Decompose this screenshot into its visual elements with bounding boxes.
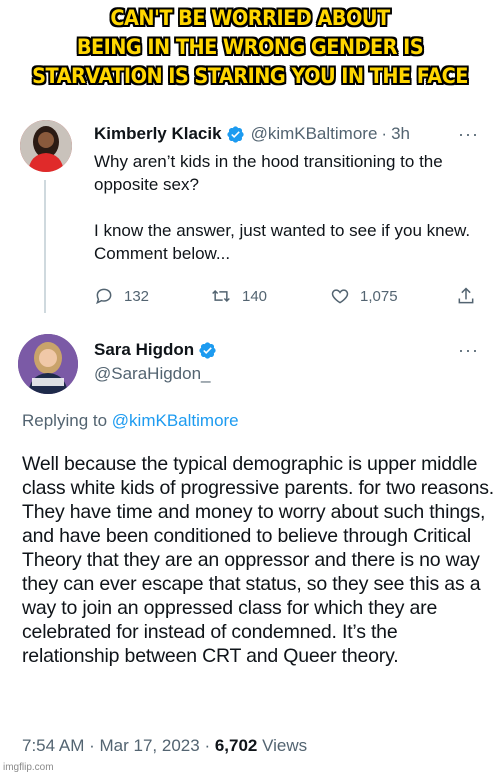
tweet1-header: Kimberly Klacik @kimKBaltimore · 3h xyxy=(94,124,410,144)
caption-line-2: BEING IN THE WRONG GENDER IS xyxy=(76,35,424,59)
tweet2-handle[interactable]: @SaraHigdon_ xyxy=(94,364,211,384)
reply-button[interactable]: 132 xyxy=(94,286,149,306)
share-button[interactable] xyxy=(456,286,486,306)
tweet2-date[interactable]: Mar 17, 2023 xyxy=(100,736,200,755)
avatar-sara[interactable] xyxy=(18,334,78,394)
verified-badge-icon xyxy=(199,341,216,359)
retweet-count: 140 xyxy=(242,287,268,305)
views-count: 6,702 xyxy=(214,736,258,755)
meta-dot-1: · xyxy=(89,736,95,755)
meta-dot-2: · xyxy=(204,736,211,755)
tweet1-author-name[interactable]: Kimberly Klacik xyxy=(94,124,222,144)
tweet1-text: Why aren’t kids in the hood transitionin… xyxy=(94,152,471,263)
meme-caption: CAN'T BE WORRIED ABOUT BEING IN THE WRON… xyxy=(20,4,480,91)
tweet2-more-icon[interactable]: ··· xyxy=(458,340,479,361)
replying-to: Replying to @kimKBaltimore xyxy=(22,411,239,431)
like-count: 1,075 xyxy=(360,287,398,305)
share-icon xyxy=(458,287,474,304)
tweet1-more-icon[interactable]: ··· xyxy=(458,124,479,145)
retweet-button[interactable]: 140 xyxy=(210,286,267,306)
imgflip-watermark: imgflip.com xyxy=(3,762,54,773)
replying-to-mention[interactable]: @kimKBaltimore xyxy=(112,411,239,430)
tweet2-header: Sara Higdon xyxy=(94,340,217,360)
views-label: Views xyxy=(262,736,308,755)
verified-badge-icon xyxy=(226,125,244,143)
caption-line-3: STARVATION IS STARING YOU IN THE FACE xyxy=(32,64,468,88)
tweet1-handle[interactable]: @kimKBaltimore xyxy=(251,124,378,144)
person-avatar-icon xyxy=(18,334,78,394)
replying-to-prefix: Replying to xyxy=(22,411,108,430)
caption-line-1: CAN'T BE WORRIED ABOUT xyxy=(110,6,390,30)
reply-count: 132 xyxy=(124,287,150,305)
like-icon xyxy=(331,289,349,304)
like-button[interactable]: 1,075 xyxy=(330,286,398,306)
tweet1-separator: · xyxy=(381,124,388,143)
retweet-icon xyxy=(212,289,230,303)
reply-icon xyxy=(96,288,112,305)
tweet1-time[interactable]: 3h xyxy=(391,124,410,144)
tweet2-author-name[interactable]: Sara Higdon xyxy=(94,340,194,360)
tweet2-meta: 7:54 AM · Mar 17, 2023 · 6,702 Views xyxy=(22,736,307,756)
avatar-kimberly[interactable] xyxy=(20,120,72,172)
tweet2-text: Well because the typical demographic is … xyxy=(22,453,494,667)
thread-line xyxy=(44,180,46,313)
person-avatar-icon xyxy=(20,120,72,172)
tweet2-time[interactable]: 7:54 AM xyxy=(22,736,84,755)
